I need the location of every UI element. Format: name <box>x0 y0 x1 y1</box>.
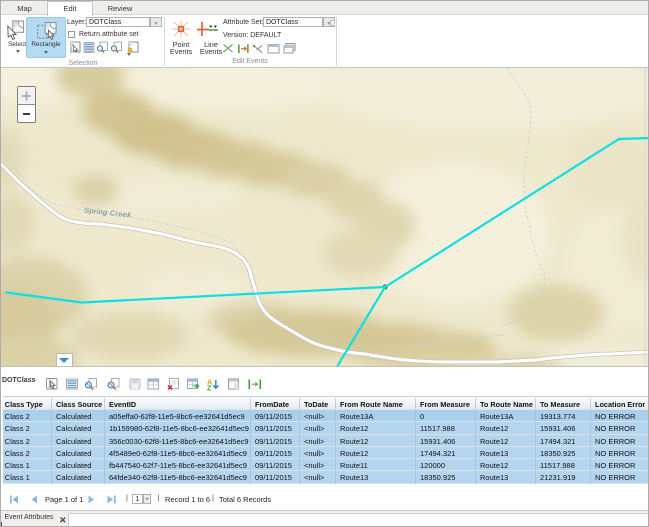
svg-text:Z: Z <box>207 386 212 392</box>
